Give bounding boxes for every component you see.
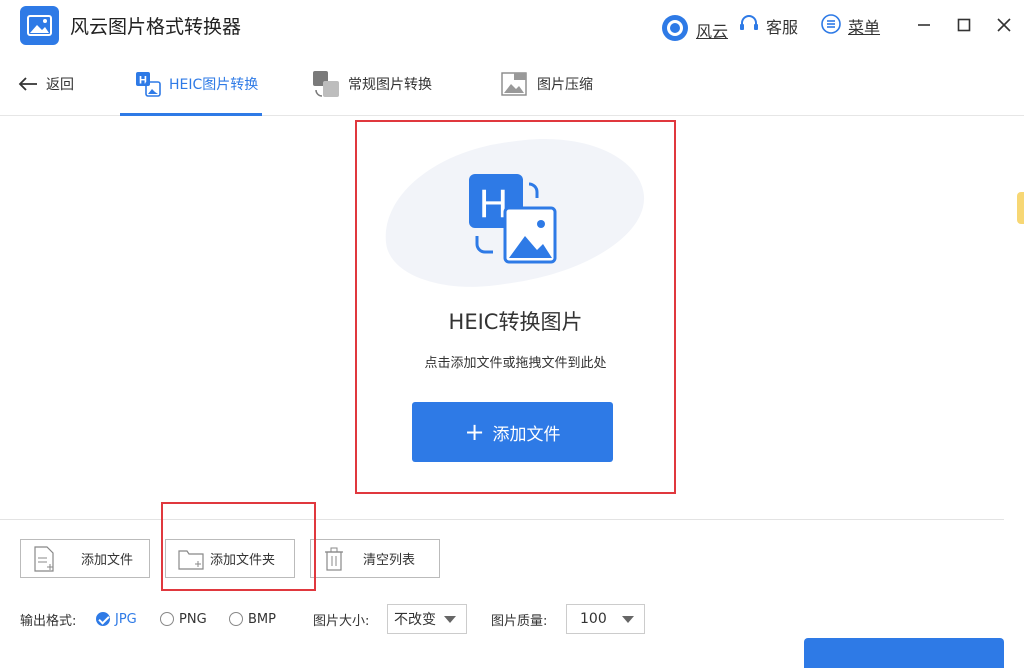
output-options: 输出格式: JPG PNG BMP 图片大小: 不改变 图片质量: 100	[0, 604, 1024, 634]
tab-heic-convert[interactable]: H HEIC图片转换	[135, 52, 258, 116]
headset-icon	[738, 13, 760, 39]
service-label: 客服	[766, 18, 799, 37]
clear-list-label: 清空列表	[363, 553, 416, 568]
side-tab-handle[interactable]	[1017, 192, 1024, 224]
back-button[interactable]: 返回	[18, 52, 74, 116]
chevron-down-icon	[444, 616, 456, 623]
divider	[0, 519, 1004, 520]
add-file-button[interactable]: 添加文件	[20, 539, 150, 578]
dropzone-hint: 点击添加文件或拖拽文件到此处	[424, 356, 607, 371]
file-add-icon	[33, 545, 55, 572]
zip-image-icon	[501, 72, 527, 96]
radio-checked-icon	[96, 612, 110, 626]
menu-list-icon	[820, 13, 842, 39]
clear-list-button[interactable]: 清空列表	[310, 539, 440, 578]
radio-unchecked-icon	[160, 612, 174, 626]
format-option-jpg[interactable]: JPG	[96, 604, 137, 634]
dropzone-title: HEIC转换图片	[448, 310, 583, 334]
close-button[interactable]	[991, 12, 1017, 38]
menu-button[interactable]: 菜单	[820, 13, 880, 39]
file-drop-zone[interactable]: H HEIC转换图片 点击添加文件或拖拽文件到此处 + 添加文件	[355, 120, 676, 494]
quality-value: 100	[580, 611, 607, 627]
highlight-box	[161, 502, 316, 591]
maximize-button[interactable]	[951, 12, 977, 38]
format-png-label: PNG	[179, 611, 207, 627]
trash-icon	[323, 547, 345, 571]
size-label: 图片大小:	[313, 613, 370, 629]
maximize-icon	[957, 18, 971, 32]
fengyun-logo-icon	[660, 13, 690, 47]
quality-label: 图片质量:	[491, 613, 548, 629]
app-title: 风云图片格式转换器	[70, 16, 242, 38]
format-jpg-label: JPG	[115, 611, 137, 627]
nav-bar: 返回 H HEIC图片转换 常规图片转换 图片压缩	[0, 52, 1024, 116]
customer-service-button[interactable]: 客服	[738, 13, 798, 39]
close-icon	[997, 18, 1011, 32]
app-logo-icon	[20, 6, 59, 45]
active-tab-indicator	[120, 113, 262, 116]
heic-large-icon: H	[469, 174, 557, 264]
tab-label: 常规图片转换	[348, 77, 432, 93]
format-label: 输出格式:	[20, 613, 77, 629]
general-convert-icon	[313, 71, 339, 97]
format-option-png[interactable]: PNG	[160, 604, 207, 634]
start-convert-button[interactable]	[804, 638, 1004, 668]
tab-general-convert[interactable]: 常规图片转换	[312, 52, 432, 116]
radio-unchecked-icon	[229, 612, 243, 626]
plus-icon: +	[464, 418, 485, 446]
minimize-button[interactable]	[911, 12, 937, 38]
format-bmp-label: BMP	[248, 611, 276, 627]
chevron-down-icon	[622, 616, 634, 623]
tab-label: HEIC图片转换	[169, 77, 259, 93]
tab-image-compress[interactable]: 图片压缩	[501, 52, 593, 116]
tab-label: 图片压缩	[537, 77, 593, 93]
quality-select[interactable]: 100	[566, 604, 645, 634]
size-select[interactable]: 不改变	[387, 604, 467, 634]
format-option-bmp[interactable]: BMP	[229, 604, 276, 634]
menu-label: 菜单	[848, 18, 881, 37]
add-file-label: 添加文件	[492, 424, 561, 445]
size-value: 不改变	[394, 612, 436, 628]
fengyun-label: 风云	[696, 22, 729, 41]
heic-icon: H	[136, 72, 161, 97]
add-file-primary-button[interactable]: + 添加文件	[412, 402, 613, 462]
fengyun-account-link[interactable]: 风云	[660, 13, 728, 47]
minimize-icon	[918, 24, 930, 26]
back-label: 返回	[46, 77, 74, 93]
arrow-left-icon	[18, 77, 37, 91]
add-file-label: 添加文件	[81, 553, 134, 568]
title-bar: 风云图片格式转换器 风云 客服 菜单	[0, 0, 1024, 52]
